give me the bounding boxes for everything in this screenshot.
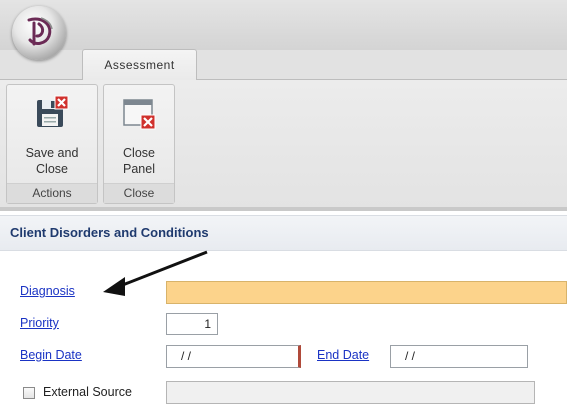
end-date-link[interactable]: End Date <box>317 348 369 362</box>
ribbon: Save and Close Actions Close Panel Close <box>0 79 567 208</box>
ribbon-group-close: Close Panel Close <box>103 84 175 204</box>
save-and-close-label: Save and Close <box>25 146 79 176</box>
priority-field[interactable]: 1 <box>166 313 218 335</box>
group-label-actions: Actions <box>7 183 97 203</box>
client-disorders-panel: Client Disorders and Conditions Diagnosi… <box>0 211 567 417</box>
section-header: Client Disorders and Conditions <box>0 215 567 251</box>
close-panel-button[interactable]: Close Panel <box>104 85 174 185</box>
ribbon-group-actions: Save and Close Actions <box>6 84 98 204</box>
external-source-checkbox[interactable] <box>23 387 35 399</box>
title-bar <box>0 0 567 51</box>
tab-assessment[interactable]: Assessment <box>82 49 197 80</box>
begin-date-link[interactable]: Begin Date <box>20 348 82 362</box>
end-date-field[interactable]: / / <box>390 345 528 368</box>
section-title: Client Disorders and Conditions <box>10 225 209 240</box>
diagnosis-link[interactable]: Diagnosis <box>20 284 75 298</box>
close-panel-icon <box>123 99 156 130</box>
priority-link[interactable]: Priority <box>20 316 59 330</box>
close-panel-label: Close Panel <box>123 146 155 176</box>
external-source-label: External Source <box>43 385 132 399</box>
external-source-field <box>166 381 535 404</box>
app-menu-button[interactable] <box>12 6 66 60</box>
begin-date-field[interactable]: / / <box>166 345 301 368</box>
save-and-close-button[interactable]: Save and Close <box>7 85 97 185</box>
app-logo-icon <box>27 17 53 46</box>
diagnosis-field[interactable] <box>166 281 567 304</box>
annotation-arrow-icon <box>103 250 208 296</box>
save-close-icon <box>37 95 69 127</box>
group-label-close: Close <box>104 183 174 203</box>
